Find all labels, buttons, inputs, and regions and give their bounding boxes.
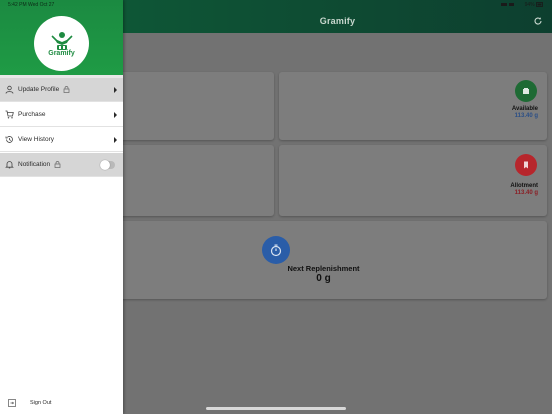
next-replenishment-label: Next Replenishment: [287, 264, 360, 273]
allotment-value: 113.40 g: [514, 190, 538, 196]
chevron-right-icon: [114, 112, 117, 118]
sugar-icon: [515, 80, 537, 102]
menu-item-view-history[interactable]: View History: [0, 128, 123, 152]
menu-label-notification: Notification: [18, 161, 51, 168]
refresh-icon[interactable]: [533, 16, 543, 26]
menu-label-update-profile: Update Profile: [18, 86, 60, 93]
available-value: 113.40 g: [514, 113, 538, 119]
notification-toggle[interactable]: [100, 160, 115, 170]
toggle-knob: [100, 160, 110, 170]
status-time: 5:42 PM Wed Oct 27: [8, 2, 55, 8]
chevron-right-icon: [114, 87, 117, 93]
bell-icon: [4, 160, 14, 170]
sign-out-button[interactable]: Sign Out: [0, 395, 123, 411]
header-title: Gramify: [319, 16, 356, 26]
menu-label-view-history: View History: [18, 136, 55, 143]
next-replenishment-value: 0 g: [316, 273, 331, 284]
allotment-label: Allotment: [510, 183, 538, 189]
home-indicator[interactable]: [206, 407, 346, 410]
lock-icon: [63, 86, 70, 93]
logo-figure-icon: [50, 32, 73, 50]
lock-icon: [54, 161, 61, 168]
available-label: Available: [511, 106, 538, 112]
drawer-header: 5:42 PM Wed Oct 27 Gramify: [0, 0, 123, 75]
card-left-middle: [100, 145, 274, 216]
user-icon: [4, 85, 14, 95]
logo-text: Gramify: [48, 50, 75, 57]
card-next-replenishment[interactable]: Next Replenishment 0 g: [100, 221, 547, 299]
bookmark-icon: [515, 154, 537, 176]
card-allotment[interactable]: Allotment 113.40 g: [279, 145, 547, 216]
battery-text: 94%: [524, 2, 535, 8]
menu-label-purchase: Purchase: [18, 111, 46, 118]
card-left-top: [100, 72, 274, 140]
sign-out-icon: [8, 399, 16, 407]
chevron-right-icon: [114, 137, 117, 143]
sign-out-label: Sign Out: [30, 400, 52, 406]
menu-item-update-profile[interactable]: Update Profile: [0, 78, 123, 102]
card-available[interactable]: Available 113.40 g: [279, 72, 547, 140]
cart-icon: [4, 110, 14, 120]
app-logo: Gramify: [34, 16, 89, 71]
history-icon: [4, 135, 14, 145]
signal-wifi-icon: [501, 3, 515, 7]
menu-item-notification[interactable]: Notification: [0, 153, 123, 177]
timer-icon: [262, 236, 290, 264]
menu-item-purchase[interactable]: Purchase: [0, 103, 123, 127]
status-bar-right: 94%: [501, 2, 544, 8]
battery-icon: [536, 2, 543, 8]
side-drawer: 5:42 PM Wed Oct 27 Gramify Update Profil…: [0, 0, 123, 414]
